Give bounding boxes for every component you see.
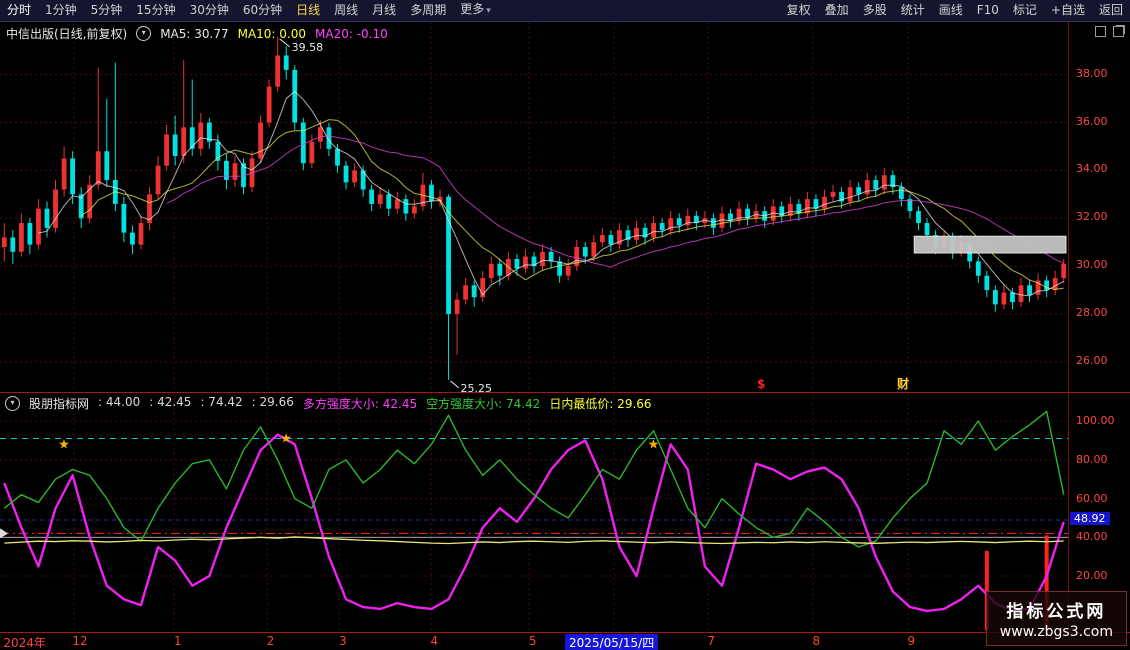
menu-item-5分钟[interactable]: 5分钟 xyxy=(84,0,130,21)
indicator-tick-label: 100.00 xyxy=(1076,414,1115,427)
price-tick-label: 32.00 xyxy=(1076,210,1108,223)
menu-item-画线[interactable]: 画线 xyxy=(932,0,970,21)
main-chart-panel: 39.5825.25$财 中信出版(日线,前复权) ▾ MA5: 30.77 M… xyxy=(0,21,1068,393)
high-price-label: 39.58 xyxy=(292,41,324,54)
timeline-label[interactable]: 4 xyxy=(431,634,439,648)
signal-star-icon[interactable]: ★ xyxy=(280,432,292,447)
timeline-label[interactable]: 8 xyxy=(812,634,820,648)
candlestick-chart[interactable]: 39.5825.25$财 xyxy=(0,22,1068,393)
menu-item-1分钟[interactable]: 1分钟 xyxy=(38,0,84,21)
indicator-chart[interactable]: ★ ★ ★ xyxy=(0,393,1068,633)
restore-panel-icon[interactable] xyxy=(1095,26,1106,37)
top-menu-bar: 分时1分钟5分钟15分钟30分钟60分钟日线周线月线多周期更多▾ 复权叠加多股统… xyxy=(0,0,1130,22)
highlight-box[interactable] xyxy=(914,236,1066,253)
price-tick-label: 28.00 xyxy=(1076,306,1108,319)
series-日内最低价 xyxy=(4,537,1063,544)
candlestick-layer xyxy=(2,37,1066,380)
menu-item-叠加[interactable]: 叠加 xyxy=(818,0,856,21)
menu-item-15分钟[interactable]: 15分钟 xyxy=(129,0,182,21)
menu-item-+自选[interactable]: +自选 xyxy=(1044,0,1092,21)
panel-window-icons xyxy=(1095,26,1124,37)
main-price-axis: 38.00 36.00 34.00 32.00 30.00 28.00 26.00 xyxy=(1068,21,1130,392)
price-tick-label: 36.00 xyxy=(1076,115,1108,128)
menu-item-60分钟[interactable]: 60分钟 xyxy=(236,0,289,21)
signal-star-icon[interactable]: ★ xyxy=(58,437,70,452)
indicator-panel: ★★★ ▾ 股朋指标网 : 44.00: 42.45: 74.42: 29.66… xyxy=(0,392,1068,633)
timeline-label[interactable]: 3 xyxy=(339,634,347,648)
menu-left: 分时1分钟5分钟15分钟30分钟60分钟日线周线月线多周期更多▾ xyxy=(0,0,498,21)
timeline-label[interactable]: 5 xyxy=(529,634,537,648)
indicator-collapse-icon[interactable]: ▾ xyxy=(5,396,20,411)
time-axis[interactable]: 2024年12123452025/05/15/四789 xyxy=(0,632,1130,650)
watermark-title: 指标公式网 xyxy=(1000,597,1113,622)
menu-item-30分钟[interactable]: 30分钟 xyxy=(183,0,236,21)
menu-item-分时[interactable]: 分时 xyxy=(0,0,38,21)
menu-item-更多[interactable]: 更多▾ xyxy=(453,0,498,22)
series-空方强度 xyxy=(4,411,1063,547)
indicator-tick-label: 40.00 xyxy=(1076,530,1108,543)
timeline-label[interactable]: 2025/05/15/四 xyxy=(565,634,658,650)
timeline-label[interactable]: 1 xyxy=(174,634,182,648)
menu-item-标记[interactable]: 标记 xyxy=(1006,0,1044,21)
price-tick-label: 30.00 xyxy=(1076,258,1108,271)
ma10-line xyxy=(81,120,1064,290)
menu-item-F10[interactable]: F10 xyxy=(970,0,1006,21)
current-value-badge: 48.92 xyxy=(1070,512,1110,525)
app-window: 分时1分钟5分钟15分钟30分钟60分钟日线周线月线多周期更多▾ 复权叠加多股统… xyxy=(0,0,1130,650)
menu-item-统计[interactable]: 统计 xyxy=(894,0,932,21)
menu-right: 复权叠加多股统计画线F10标记+自选返回 xyxy=(780,0,1130,21)
timeline-label[interactable]: 2024年 xyxy=(3,634,46,650)
timeline-label[interactable]: 7 xyxy=(707,634,715,648)
event-marker[interactable]: $ xyxy=(757,377,765,391)
price-tick-label: 26.00 xyxy=(1076,354,1108,367)
menu-item-复权[interactable]: 复权 xyxy=(780,0,818,21)
timeline-label[interactable]: 2 xyxy=(267,634,275,648)
maximize-panel-icon[interactable] xyxy=(1113,26,1124,37)
event-marker[interactable]: 财 xyxy=(896,376,909,391)
price-tick-label: 34.00 xyxy=(1076,162,1108,175)
chevron-down-icon: ▾ xyxy=(486,6,491,16)
indicator-tick-label: 20.00 xyxy=(1076,569,1108,582)
menu-item-返回[interactable]: 返回 xyxy=(1092,0,1130,21)
series-多方强度 xyxy=(4,435,1063,611)
menu-item-多股[interactable]: 多股 xyxy=(856,0,894,21)
menu-item-月线[interactable]: 月线 xyxy=(365,0,403,21)
signal-star-icon[interactable]: ★ xyxy=(648,437,660,452)
timeline-label[interactable]: 12 xyxy=(72,634,87,648)
timeline-label[interactable]: 9 xyxy=(907,634,915,648)
price-tick-label: 38.00 xyxy=(1076,67,1108,80)
menu-item-多周期[interactable]: 多周期 xyxy=(403,0,453,21)
watermark-url: www.zbgs3.com xyxy=(1000,624,1113,640)
watermark: 指标公式网 www.zbgs3.com xyxy=(986,591,1127,646)
menu-item-周线[interactable]: 周线 xyxy=(327,0,365,21)
menu-item-日线[interactable]: 日线 xyxy=(289,0,327,21)
indicator-tick-label: 60.00 xyxy=(1076,492,1108,505)
indicator-tick-label: 80.00 xyxy=(1076,453,1108,466)
